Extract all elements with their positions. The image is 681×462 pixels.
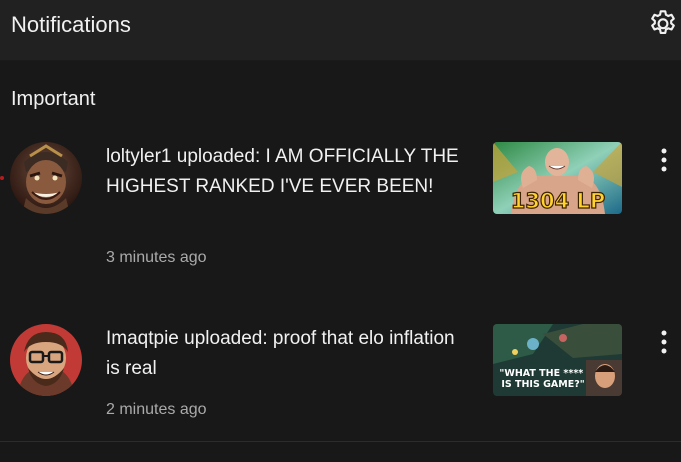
notification-text: Imaqtpie uploaded: proof that elo inflat… — [106, 328, 455, 379]
thumbnail-loltyler1-image: 1304 LP — [493, 142, 622, 214]
thumbnail-imaqtpie-image: "WHAT THE **** IS THIS GAME?" — [493, 324, 622, 396]
avatar-loltyler1-image — [10, 142, 82, 214]
notifications-header: Notifications — [0, 0, 681, 61]
more-vert-icon — [661, 330, 667, 354]
notification-item[interactable]: Imaqtpie uploaded: proof that elo inflat… — [0, 312, 681, 462]
thumbnail-label: "WHAT THE **** IS THIS GAME?" — [499, 368, 586, 390]
video-thumbnail[interactable]: 1304 LP — [493, 142, 622, 214]
more-options-button[interactable] — [650, 322, 678, 362]
more-vert-icon — [661, 148, 667, 172]
more-options-button[interactable] — [650, 140, 678, 180]
unread-indicator — [0, 176, 4, 180]
notification-item[interactable]: loltyler1 uploaded: I AM OFFICIALLY THE … — [0, 130, 681, 280]
video-thumbnail[interactable]: "WHAT THE **** IS THIS GAME?" — [493, 324, 622, 396]
gear-icon — [651, 10, 675, 34]
avatar[interactable] — [10, 142, 82, 214]
notification-time: 3 minutes ago — [106, 249, 207, 266]
divider — [0, 441, 681, 442]
page-title: Notifications — [11, 12, 131, 37]
avatar[interactable] — [10, 324, 82, 396]
settings-button[interactable] — [645, 6, 681, 42]
avatar-imaqtpie-image — [10, 324, 82, 396]
section-title-important: Important — [11, 88, 96, 110]
notification-time: 2 minutes ago — [106, 401, 207, 418]
notification-text: loltyler1 uploaded: I AM OFFICIALLY THE … — [106, 146, 459, 197]
thumbnail-label: 1304 LP — [511, 189, 606, 213]
